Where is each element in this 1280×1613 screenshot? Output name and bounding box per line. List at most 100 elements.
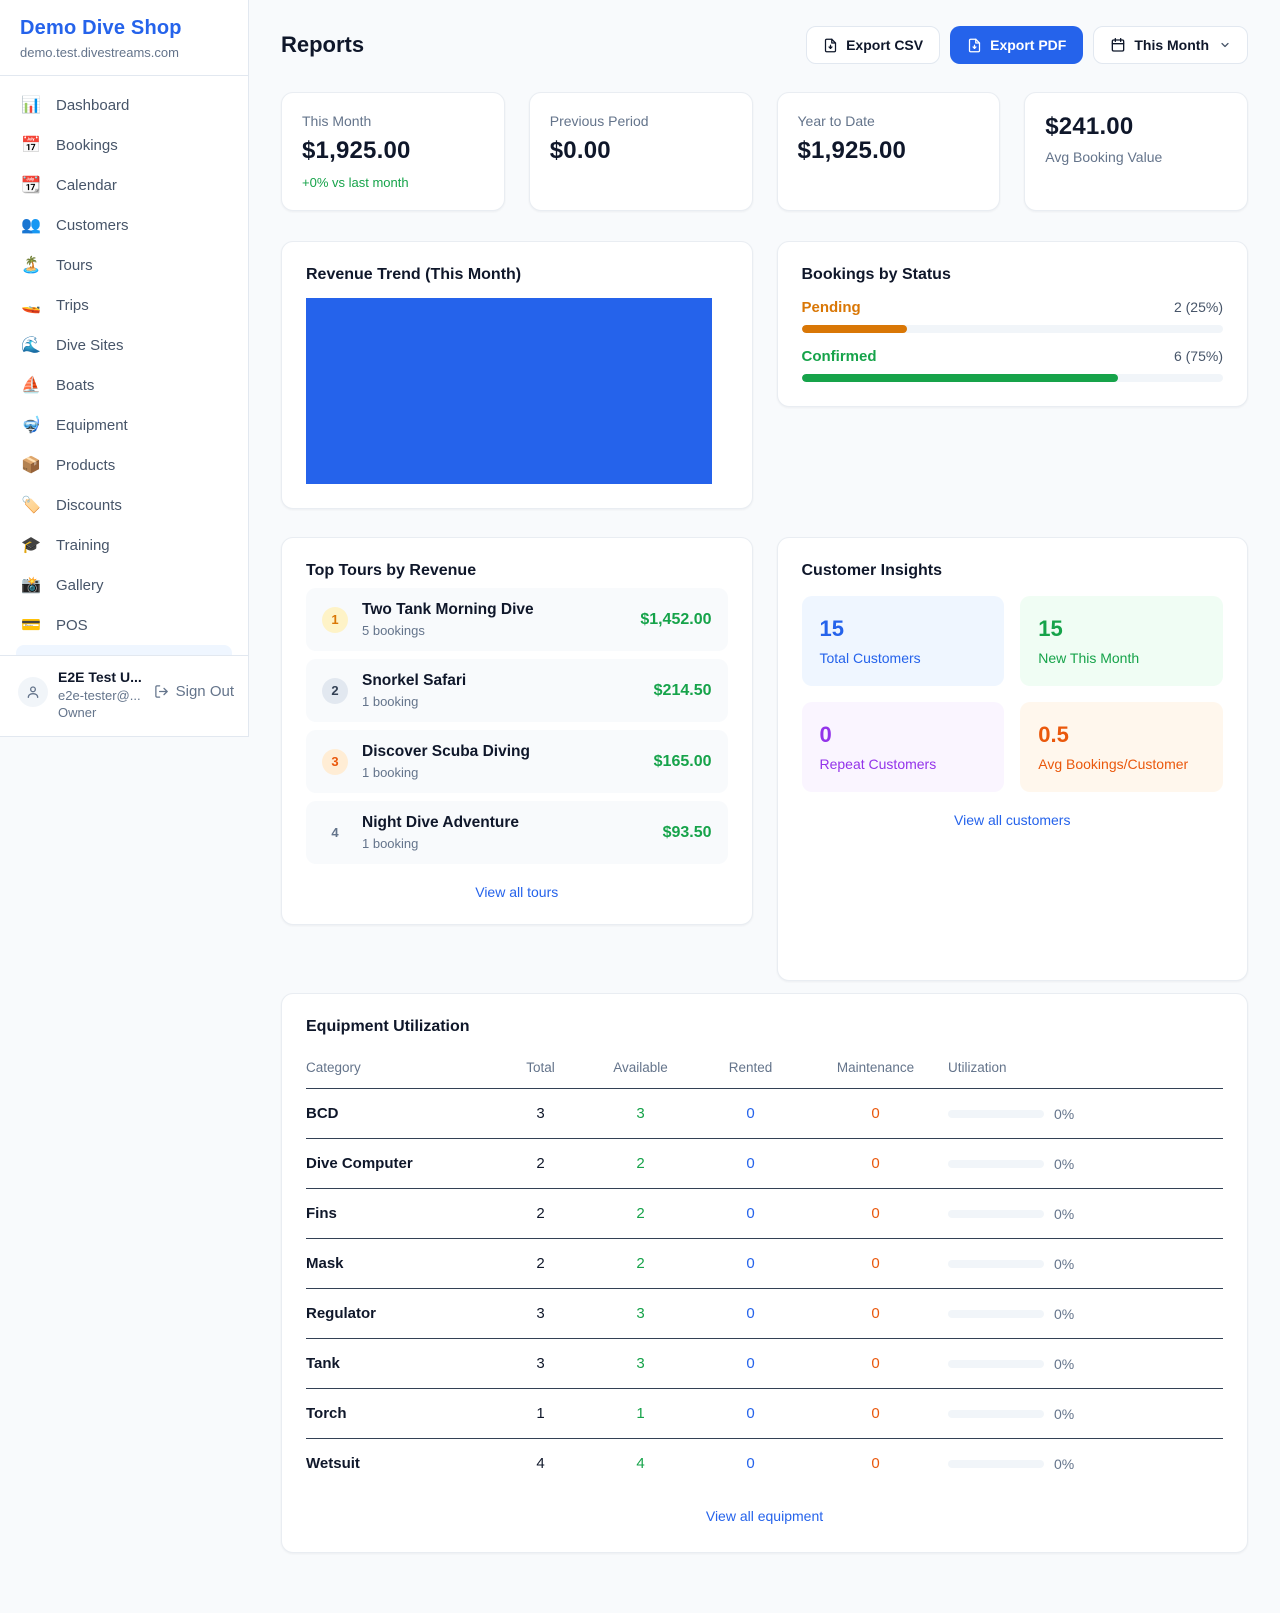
user-info: E2E Test U... e2e-tester@... Owner	[58, 669, 142, 720]
column-header: Utilization	[948, 1050, 1223, 1089]
available-cell: 3	[583, 1289, 698, 1339]
total-cell: 2	[498, 1139, 583, 1189]
tour-row[interactable]: 2 Snorkel Safari 1 booking $214.50	[306, 659, 728, 722]
category-cell: Dive Computer	[306, 1139, 498, 1189]
sidebar-item-calendar[interactable]: 📆 Calendar	[8, 165, 240, 205]
table-row: Dive Computer 2 2 0 0 0%	[306, 1139, 1223, 1189]
revenue-trend-chart	[306, 298, 712, 484]
utilization-percent: 0%	[1054, 1256, 1074, 1272]
utilization-percent: 0%	[1054, 1356, 1074, 1372]
tile-avg-bookings-customer: 0.5 Avg Bookings/Customer	[1020, 702, 1223, 792]
category-cell: Fins	[306, 1189, 498, 1239]
sidebar-item-boats[interactable]: ⛵ Boats	[8, 365, 240, 405]
rented-cell: 0	[698, 1089, 803, 1139]
sidebar-item-dive-sites[interactable]: 🌊 Dive Sites	[8, 325, 240, 365]
view-all-tours-link[interactable]: View all tours	[306, 884, 728, 900]
utilization-bar	[948, 1360, 1044, 1368]
available-cell: 2	[583, 1239, 698, 1289]
tile-value: 0.5	[1038, 722, 1205, 748]
tour-name: Discover Scuba Diving	[362, 743, 530, 761]
sign-out-label: Sign Out	[176, 683, 234, 700]
available-cell: 3	[583, 1089, 698, 1139]
sidebar-item-pos[interactable]: 💳 POS	[8, 605, 240, 645]
period-select[interactable]: This Month	[1093, 26, 1248, 64]
status-row-pending: Pending 2 (25%)	[802, 299, 1224, 333]
rented-cell: 0	[698, 1439, 803, 1489]
sign-out-button[interactable]: Sign Out	[154, 683, 234, 700]
sidebar-item-customers[interactable]: 👥 Customers	[8, 205, 240, 245]
tour-revenue: $93.50	[663, 824, 712, 842]
sidebar-item-label: Equipment	[56, 417, 128, 434]
category-cell: Torch	[306, 1389, 498, 1439]
tour-bookings: 5 bookings	[362, 623, 534, 638]
confirmed-bar-track	[802, 374, 1224, 382]
tour-revenue: $1,452.00	[640, 611, 711, 629]
maintenance-cell: 0	[803, 1389, 948, 1439]
sailboat-icon: ⛵	[20, 375, 42, 395]
sidebar-item-discounts[interactable]: 🏷️ Discounts	[8, 485, 240, 525]
insights-grid: 15 Total Customers 15 New This Month 0 R…	[802, 596, 1224, 792]
sidebar-item-trips[interactable]: 🚤 Trips	[8, 285, 240, 325]
status-count: 2 (25%)	[1174, 299, 1223, 315]
bookings-by-status-card: Bookings by Status Pending 2 (25%) Confi…	[777, 241, 1249, 407]
maintenance-cell: 0	[803, 1139, 948, 1189]
brand-domain: demo.test.divestreams.com	[20, 45, 228, 60]
sidebar-item-label: Calendar	[56, 177, 117, 194]
sidebar-item-label: Discounts	[56, 497, 122, 514]
stat-value: $241.00	[1045, 113, 1227, 141]
total-cell: 2	[498, 1189, 583, 1239]
package-icon: 📦	[20, 455, 42, 475]
view-all-equipment-link[interactable]: View all equipment	[306, 1508, 1223, 1524]
stat-card-previous-period: Previous Period $0.00	[529, 92, 753, 211]
export-pdf-label: Export PDF	[990, 37, 1066, 53]
rented-cell: 0	[698, 1289, 803, 1339]
camera-icon: 📸	[20, 575, 42, 595]
table-header-row: Category Total Available Rented Maintena…	[306, 1050, 1223, 1089]
tour-row[interactable]: 1 Two Tank Morning Dive 5 bookings $1,45…	[306, 588, 728, 651]
pending-bar-track	[802, 325, 1224, 333]
dashboard-icon: 📊	[20, 95, 42, 115]
export-pdf-button[interactable]: Export PDF	[950, 26, 1083, 64]
user-name: E2E Test U...	[58, 669, 142, 685]
sidebar-item-dashboard[interactable]: 📊 Dashboard	[8, 85, 240, 125]
stat-label: Previous Period	[550, 113, 732, 129]
tile-label: Total Customers	[820, 650, 987, 666]
category-cell: Regulator	[306, 1289, 498, 1339]
tour-row[interactable]: 3 Discover Scuba Diving 1 booking $165.0…	[306, 730, 728, 793]
tour-name: Two Tank Morning Dive	[362, 601, 534, 619]
stat-delta: +0% vs last month	[302, 175, 484, 190]
stat-label: Year to Date	[798, 113, 980, 129]
credit-card-icon: 💳	[20, 615, 42, 635]
column-header: Rented	[698, 1050, 803, 1089]
export-csv-button[interactable]: Export CSV	[806, 26, 940, 64]
speedboat-icon: 🚤	[20, 295, 42, 315]
tile-value: 0	[820, 722, 987, 748]
sidebar-item-label: Trips	[56, 297, 89, 314]
wave-icon: 🌊	[20, 335, 42, 355]
utilization-percent: 0%	[1054, 1456, 1074, 1472]
graduation-cap-icon: 🎓	[20, 535, 42, 555]
sidebar-item-label: Training	[56, 537, 110, 554]
utilization-bar	[948, 1410, 1044, 1418]
user-email: e2e-tester@...	[58, 688, 142, 703]
sidebar-item-products[interactable]: 📦 Products	[8, 445, 240, 485]
tour-row[interactable]: 4 Night Dive Adventure 1 booking $93.50	[306, 801, 728, 864]
sidebar-item-equipment[interactable]: 🤿 Equipment	[8, 405, 240, 445]
charts-row: Revenue Trend (This Month) Bookings by S…	[281, 241, 1248, 509]
people-icon: 👥	[20, 215, 42, 235]
sidebar-item-tours[interactable]: 🏝️ Tours	[8, 245, 240, 285]
page-header: Reports Export CSV Export PDF This Month	[281, 26, 1248, 64]
table-row: Torch 1 1 0 0 0%	[306, 1389, 1223, 1439]
equipment-utilization-title: Equipment Utilization	[306, 1018, 1223, 1036]
sidebar-item-label: Gallery	[56, 577, 104, 594]
nav-item-partial-highlight[interactable]	[16, 645, 232, 655]
sidebar-item-gallery[interactable]: 📸 Gallery	[8, 565, 240, 605]
sidebar-item-bookings[interactable]: 📅 Bookings	[8, 125, 240, 165]
tile-value: 15	[820, 616, 987, 642]
total-cell: 4	[498, 1439, 583, 1489]
total-cell: 3	[498, 1089, 583, 1139]
equipment-utilization-card: Equipment Utilization Category Total Ava…	[281, 993, 1248, 1553]
sidebar-item-training[interactable]: 🎓 Training	[8, 525, 240, 565]
bookings-by-status-title: Bookings by Status	[802, 266, 1224, 284]
view-all-customers-link[interactable]: View all customers	[802, 812, 1224, 828]
